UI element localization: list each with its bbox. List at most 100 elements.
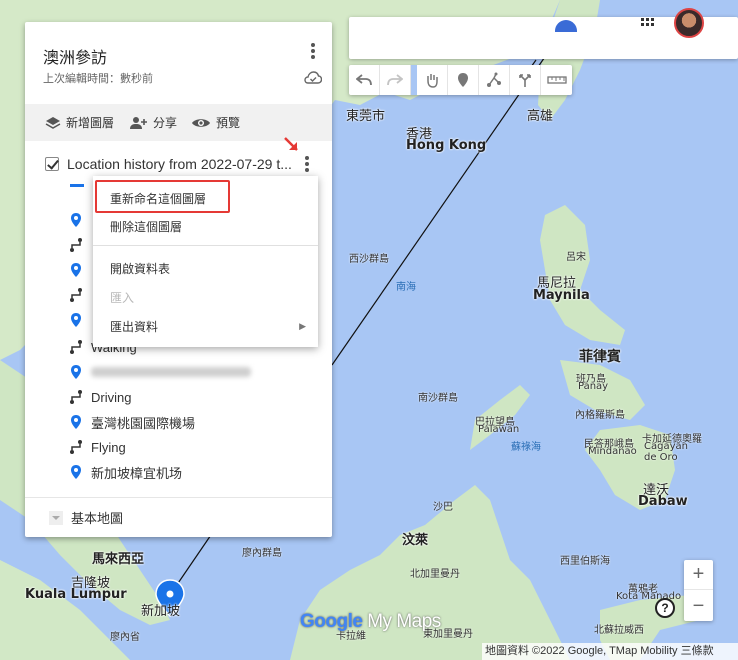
basemap-section[interactable]: 基本地圖 [25,497,332,537]
import-menu-item: 匯入 [110,290,135,305]
layer-item-taoyuan-airport[interactable]: 臺灣桃園國際機場 [69,412,195,432]
account-avatar[interactable] [674,8,704,38]
directions-icon [519,74,531,87]
zoom-out-button[interactable]: − [684,591,713,621]
hand-icon [427,74,438,88]
export-data-label: 匯出資料 [110,319,159,334]
last-edited-text: 上次編輯時間：數秒前 [43,73,153,85]
layer-header: Location history from 2022-07-29 t... [45,154,320,174]
share-button[interactable]: 分享 [128,114,177,131]
map-label-singapore: 新加坡 [141,604,181,619]
annotation-highlight-box [95,180,230,213]
help-button[interactable]: ? [655,598,675,618]
zoom-in-button[interactable]: + [684,560,713,590]
map-label-negros: 內格羅斯島 [575,410,625,421]
layer-item-flying[interactable]: Flying [69,437,126,457]
map-label-sabah: 沙巴 [433,502,453,513]
layer-item-blurred-place[interactable] [69,362,251,382]
map-options-menu-icon[interactable] [306,43,320,63]
map-label-celebes-sea: 西里伯斯海 [560,556,610,567]
map-label-malaysia: 馬來西亞 [92,552,145,567]
map-label-nansha: 南沙群島 [418,393,458,404]
google-wordmark: Google [300,611,363,632]
preview-label: 預覽 [216,116,241,130]
submenu-arrow-icon: ▶ [299,320,306,331]
export-data-menu-item[interactable]: 匯出資料 ▶ [93,314,318,338]
map-label-palawan-en: Palawan [478,424,520,435]
map-label-panay-en: Panay [578,381,609,392]
map-label-north-sulawesi: 北蘇拉威西 [594,625,644,636]
apps-grid-icon[interactable] [641,18,655,26]
expand-caret-icon[interactable] [49,510,63,525]
map-toolbar [349,65,572,95]
map-label-dongguan: 東莞市 [346,109,386,124]
directions-button[interactable] [510,65,541,95]
map-label-kaohsiung: 高雄 [527,109,554,124]
layer-item-driving[interactable]: Driving [69,387,131,407]
route-icon [70,440,82,454]
layer-item-label: Flying [91,439,126,455]
measure-button[interactable] [541,65,572,95]
place-marker-icon [71,465,81,479]
share-label: 分享 [153,116,178,130]
cloud-saved-icon [304,71,322,84]
map-label-philippines: 菲律賓 [579,349,621,365]
eye-icon [192,118,211,127]
layer-title[interactable]: Location history from 2022-07-29 t... [67,156,320,172]
map-label-north-kal: 北加里曼丹 [410,569,460,580]
layer-item-label: 新加坡樟宜机场 [91,465,183,481]
menu-divider [93,245,318,246]
add-person-icon [130,116,148,129]
redo-icon [387,74,403,86]
add-layer-button[interactable]: 新增圖層 [45,114,114,131]
place-marker-icon [71,263,81,277]
map-label-kl-en: Kuala Lumpur [25,587,127,602]
layer-item-label: 臺灣桃園國際機場 [91,415,196,431]
layer-options-menu-icon[interactable] [303,156,311,174]
map-label-hong-kong-en: Hong Kong [406,138,487,153]
map-label-sulu-sea: 蘇祿海 [511,442,541,453]
draw-line-icon [487,72,501,87]
map-label-natuna: 廖內群島 [242,548,282,559]
my-maps-wordmark: My Maps [367,611,441,632]
map-label-south-sea: 南海 [396,282,416,293]
place-marker-icon [71,213,81,227]
map-label-luzon: 呂宋 [566,252,586,263]
open-data-table-menu-item[interactable]: 開啟資料表 [93,256,318,280]
map-label-cdo-en2: de Oro [644,452,678,463]
undo-button[interactable] [349,65,380,95]
route-icon [70,340,82,354]
layer-item-changi-airport[interactable]: 新加坡樟宜机场 [69,462,182,482]
route-icon [70,390,82,404]
redo-button[interactable] [380,65,411,95]
map-attribution[interactable]: 地圖資料 ©2022 Google, TMap Mobility 三條款 [482,643,738,660]
place-marker-icon [71,415,81,429]
route-icon [70,238,82,252]
blurred-place-name [91,367,251,377]
route-icon [70,288,82,302]
ruler-icon [546,76,567,84]
layers-icon [45,116,61,129]
add-layer-label: 新增圖層 [66,116,115,130]
add-marker-button[interactable] [448,65,479,95]
basemap-label: 基本地圖 [71,511,124,526]
hidden-row-indicator [70,184,84,187]
map-label-riau: 廖內省 [110,632,140,643]
pan-button[interactable] [417,65,448,95]
layer-visibility-checkbox[interactable] [45,157,59,171]
map-label-dabaw-en: Dabaw [638,494,688,509]
map-label-brunei: 汶萊 [402,533,429,548]
google-my-maps-logo: Google My Maps [300,611,441,633]
map-label-cdo-en1: Cagayan [644,441,688,452]
place-marker-icon [71,365,81,379]
undo-icon [356,74,372,86]
annotation-arrow-icon [284,137,298,151]
map-label-mindanao-en: Mindanao [588,446,637,457]
draw-line-button[interactable] [479,65,510,95]
preview-button[interactable]: 預覽 [191,114,240,131]
map-label-xisha: 西沙群島 [349,254,389,265]
zoom-control: + − [684,560,713,621]
map-title[interactable]: 澳洲參訪 [43,44,107,68]
delete-layer-menu-item[interactable]: 刪除這個圖層 [93,214,318,238]
marker-icon [458,73,468,87]
